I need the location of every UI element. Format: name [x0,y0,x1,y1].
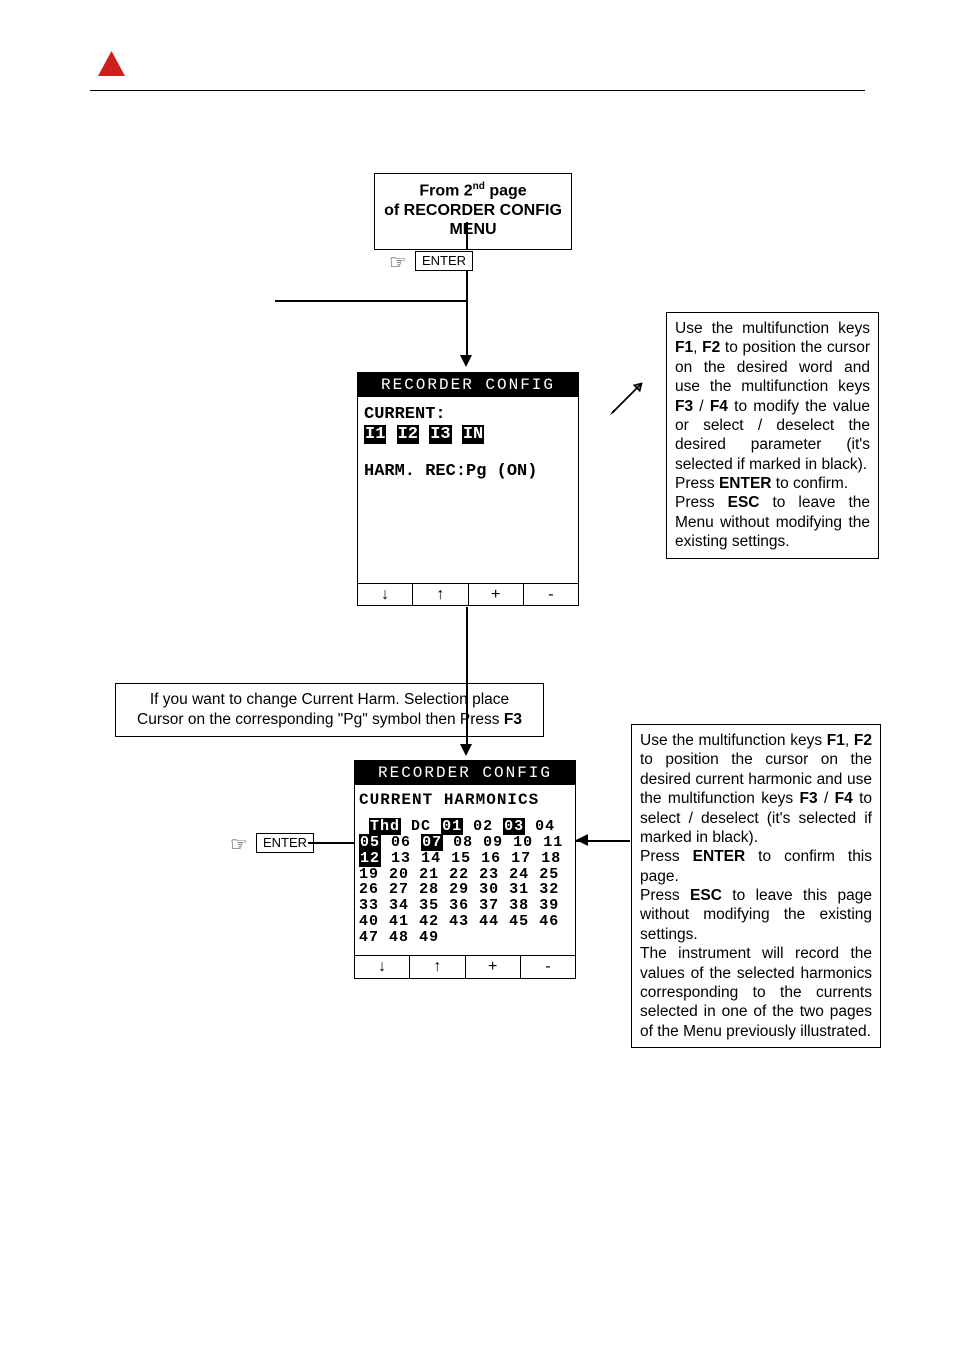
fkey-minus[interactable]: - [521,956,575,978]
page: From 2nd page of RECORDER CONFIG MENU ☞ … [0,0,954,1350]
topbox-sup: nd [473,181,485,192]
arrow-down-icon [460,744,472,756]
current-label: CURRENT: [364,405,572,425]
harmonics-grid: Thd DC 01 02 03 04 05 06 07 08 09 10 11 … [359,819,571,945]
screen2-title: RECORDER CONFIG [355,761,575,785]
screen2-softkeys: ↓ ↑ + - [355,955,575,978]
instruction-box-1: Use the multifunction keys F1, F2 to pos… [666,312,879,559]
fkey-down[interactable]: ↓ [355,956,410,978]
connector [466,300,468,355]
fkey-up[interactable]: ↑ [410,956,465,978]
topbox-line1-suffix: page [485,182,527,199]
arrow-left-icon [576,834,588,846]
fkey-plus[interactable]: + [466,956,521,978]
fkey-minus[interactable]: - [524,584,578,606]
current-values: I1 I2 I3 IN [364,425,572,445]
connector [466,222,468,250]
top-label-box: From 2nd page of RECORDER CONFIG MENU [374,173,572,250]
note-line1: If you want to change Current Harm. Sele… [150,691,509,708]
screen1-title: RECORDER CONFIG [358,373,578,397]
fkey-up[interactable]: ↑ [413,584,468,606]
i2-sel: I2 [397,425,419,444]
enter-key-label-1: ENTER [415,251,473,271]
harm-rec-line: HARM. REC:Pg (ON) [364,462,572,482]
instruction-box-2: Use the multifunction keys F1, F2 to pos… [631,724,881,1048]
device-screen-current-harmonics: RECORDER CONFIG CURRENT HARMONICS Thd DC… [354,760,576,979]
device-screen-recorder-config: RECORDER CONFIG CURRENT: I1 I2 I3 IN HAR… [357,372,579,606]
note-line2a: Cursor on the corresponding "Pg" symbol … [137,711,504,728]
connector [466,271,468,301]
connector [308,842,355,844]
hand-icon: ☞ [389,250,407,275]
connector [275,300,467,302]
topbox-line2: of RECORDER CONFIG MENU [384,202,562,238]
hand-icon: ☞ [230,832,248,857]
enter-key-label-2: ENTER [256,833,314,853]
note-f3: F3 [504,711,522,728]
brand-logo [95,49,128,79]
fkey-down[interactable]: ↓ [358,584,413,606]
i3-sel: I3 [429,425,451,444]
arrow-down-icon [460,355,472,367]
screen2-subtitle: CURRENT HARMONICS [359,791,571,809]
pencil-arrow-icon [608,373,652,417]
i1-sel: I1 [364,425,386,444]
fkey-plus[interactable]: + [469,584,524,606]
in-sel: IN [462,425,484,444]
header-rule [90,90,865,91]
topbox-line1-prefix: From 2 [419,182,472,199]
note-box: If you want to change Current Harm. Sele… [115,683,544,737]
screen1-softkeys: ↓ ↑ + - [358,583,578,606]
